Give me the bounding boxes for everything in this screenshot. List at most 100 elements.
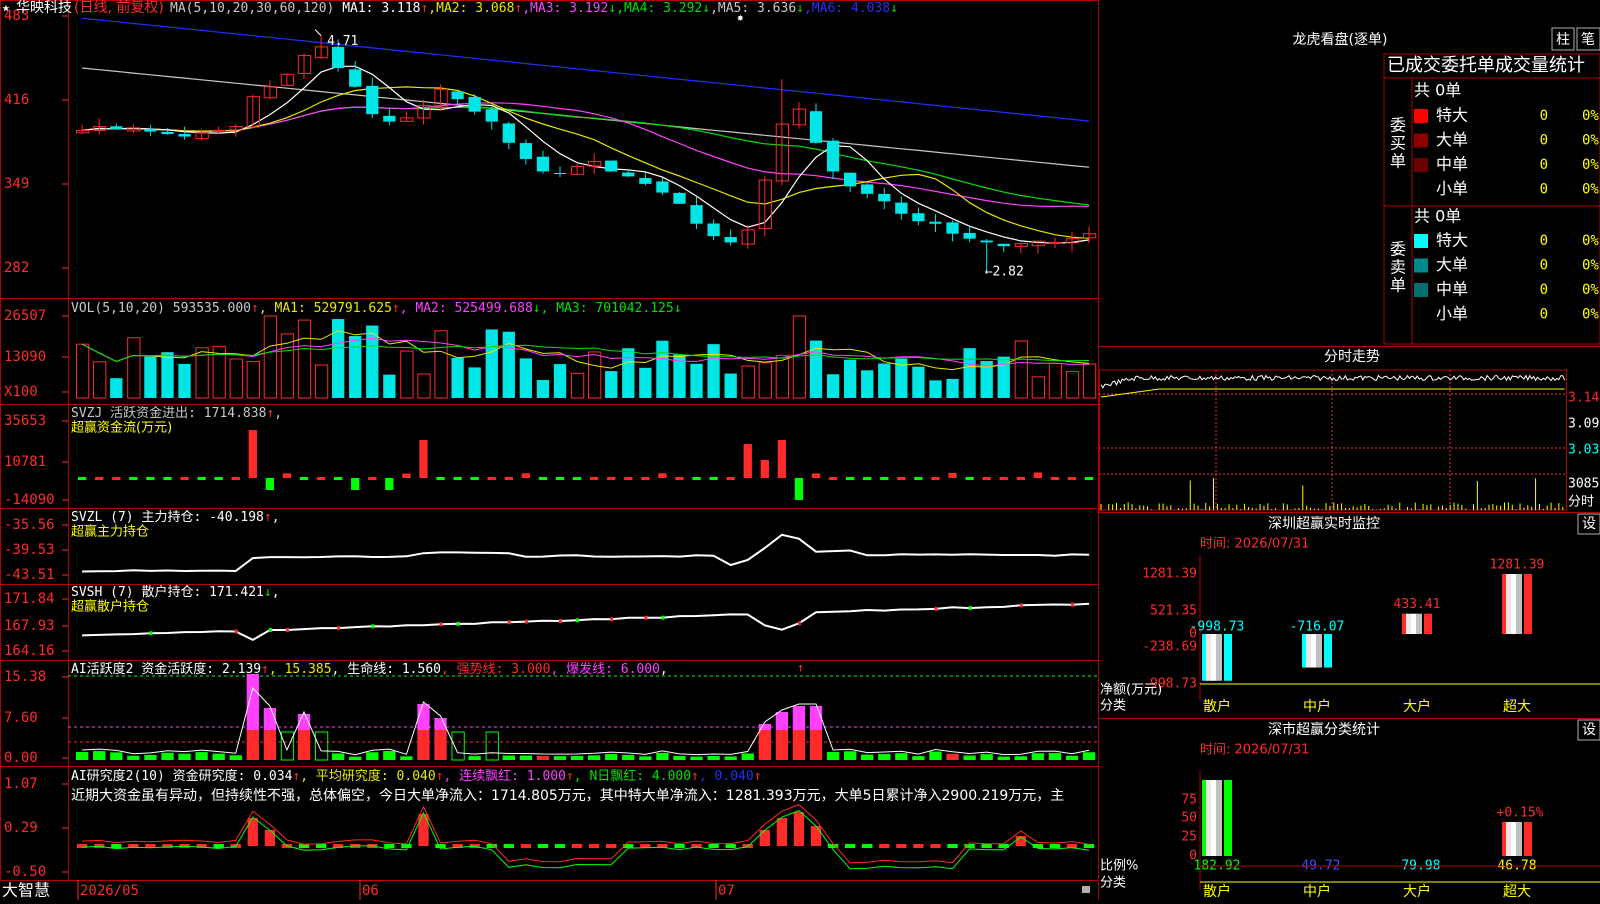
date-label-0: 2026/05 (80, 883, 139, 899)
column-view-label[interactable]: 柱 (1556, 32, 1570, 48)
favorite-star-icon[interactable]: ★ (2, 1, 10, 16)
sell-row-pct-0: 0% (1582, 233, 1599, 249)
svzj-tick (1084, 477, 1094, 480)
ai2-bar (793, 812, 805, 846)
ai2-tick (913, 844, 924, 848)
vol-bar-down (946, 378, 959, 398)
ai1-bar-burst (792, 706, 806, 730)
price-ytick-2: 349 (4, 176, 29, 192)
ai2-legend-part-5: ↑ (566, 769, 574, 784)
svsh-dot (285, 627, 289, 632)
ai1-bar-normal (639, 756, 652, 760)
svzj-legend-part-2: , (274, 406, 282, 421)
ai1-bar-hollow (485, 731, 499, 761)
sell-row-name-1: 大单 (1436, 255, 1468, 274)
vol-bar-up (1065, 371, 1080, 399)
ai2-legend-part-7: ↑ (691, 769, 699, 784)
ai1-bar-normal (212, 753, 225, 760)
ai1-bar-normal (980, 754, 993, 760)
vol-legend: VOL(5,10,20) 593535.000↑, MA1: 529791.62… (71, 301, 682, 316)
sell-label-char-0: 委 (1390, 240, 1406, 259)
candle-body-down (622, 172, 635, 177)
candle-body-down (809, 111, 823, 143)
svzj-subtitle: 超赢资金流(万元) (71, 420, 172, 436)
intraday-ytick-4: 分时 (1568, 495, 1594, 510)
sz-class-settings-label[interactable]: 设 (1582, 722, 1596, 738)
vol-bar-up (127, 337, 141, 399)
tick-view-label[interactable]: 笔 (1581, 32, 1595, 48)
svzj-bar (282, 473, 292, 478)
svzj-tick (624, 477, 633, 480)
buy-row-name-3: 小单 (1436, 179, 1468, 198)
sell-row-count-1: 0 (1540, 258, 1548, 274)
ai2-legend-part-9: ↑ (754, 769, 762, 784)
ai1-bar-hollow (280, 731, 295, 761)
svzj-bar (760, 460, 769, 478)
sz-class-cat-2: 大户 (1403, 883, 1431, 900)
candle-body-down (878, 193, 891, 202)
sz-monitor-axis-name: 分类 (1100, 699, 1126, 714)
svzj-bar (385, 478, 394, 490)
svsh-ytick-0: 171.84 (4, 591, 55, 607)
ai1-legend-part-5: , 爆发线: 6.000 (550, 661, 659, 677)
svzj-bar (811, 473, 821, 478)
stock-name[interactable]: 华映科技 (16, 0, 72, 16)
ai1-bar-normal (553, 756, 567, 760)
svzj-tick (214, 477, 223, 480)
ai1-bar-normal (110, 752, 123, 760)
candle-body-down (980, 240, 993, 243)
ai1-bar-normal (519, 755, 533, 760)
sell-row-count-3: 0 (1540, 307, 1548, 323)
ma-legend-part-6: ↓ (608, 1, 616, 16)
ai1-bar-normal (588, 755, 601, 760)
sell-label-char-1: 卖 (1390, 258, 1406, 277)
candle-body-down (536, 156, 550, 172)
ai2-legend-part-6: , N日飘红: 4.000 (574, 768, 691, 784)
ai2-tick (845, 844, 856, 848)
vol-bar-up (314, 364, 329, 399)
sz-monitor-cat-2: 大户 (1403, 698, 1431, 715)
ai1-bar-normal (912, 756, 925, 760)
candle-body-up (570, 165, 585, 175)
ai1-ytick-0: 15.38 (4, 669, 46, 685)
sell-row-pct-2: 0% (1582, 282, 1599, 298)
svzl-legend-part-2: , (272, 510, 280, 525)
sz-monitor-bar-stripe (1424, 613, 1432, 634)
vol-bar-up (434, 330, 448, 399)
ai2-tick (725, 844, 736, 848)
ai2-tick (554, 844, 566, 848)
ai1-bar-normal (656, 752, 669, 760)
candle-body-down (366, 85, 379, 115)
ai2-tick (708, 844, 719, 848)
candle-body-down (161, 131, 174, 135)
svzj-tick (368, 477, 377, 480)
ai1-bar-normal (178, 753, 191, 760)
svzj-tick (1016, 477, 1025, 480)
buy-row-count-3: 0 (1540, 182, 1548, 198)
vol-bar-up (758, 362, 772, 399)
svzl-legend: SVZL (7) 主力持仓: -40.198↑, (71, 510, 280, 525)
ai2-tick (435, 844, 446, 848)
vol-bar-up (741, 365, 755, 399)
buy-row-name-1: 大单 (1436, 130, 1468, 149)
vol-bar-up (1048, 362, 1063, 399)
candle-body-down (383, 115, 396, 122)
vol-ytick-2: X100 (4, 384, 38, 400)
vol-bar-up (570, 372, 585, 399)
ai2-ytick-2: -0.50 (4, 864, 46, 880)
ai2-tick (879, 844, 890, 848)
svsh-line (82, 602, 1090, 642)
sz-monitor-settings-label[interactable]: 设 (1582, 516, 1596, 532)
ai1-bar-strong (758, 730, 771, 760)
svsh-dot (576, 618, 580, 623)
vol-ma10-line (81, 337, 1090, 367)
sz-monitor-ytick-1: 521.35 (1150, 604, 1197, 619)
vol-bar-down (485, 329, 498, 398)
ai1-bar-normal (383, 751, 396, 760)
sz-monitor-bar-stripe (1324, 634, 1332, 668)
sz-monitor-bar-stripe (1524, 574, 1532, 634)
candle-body-up (212, 129, 226, 132)
svzl-ytick-0: -35.56 (4, 517, 55, 533)
ai1-bar-normal (1082, 752, 1096, 760)
sell-row-swatch-0 (1414, 234, 1428, 248)
